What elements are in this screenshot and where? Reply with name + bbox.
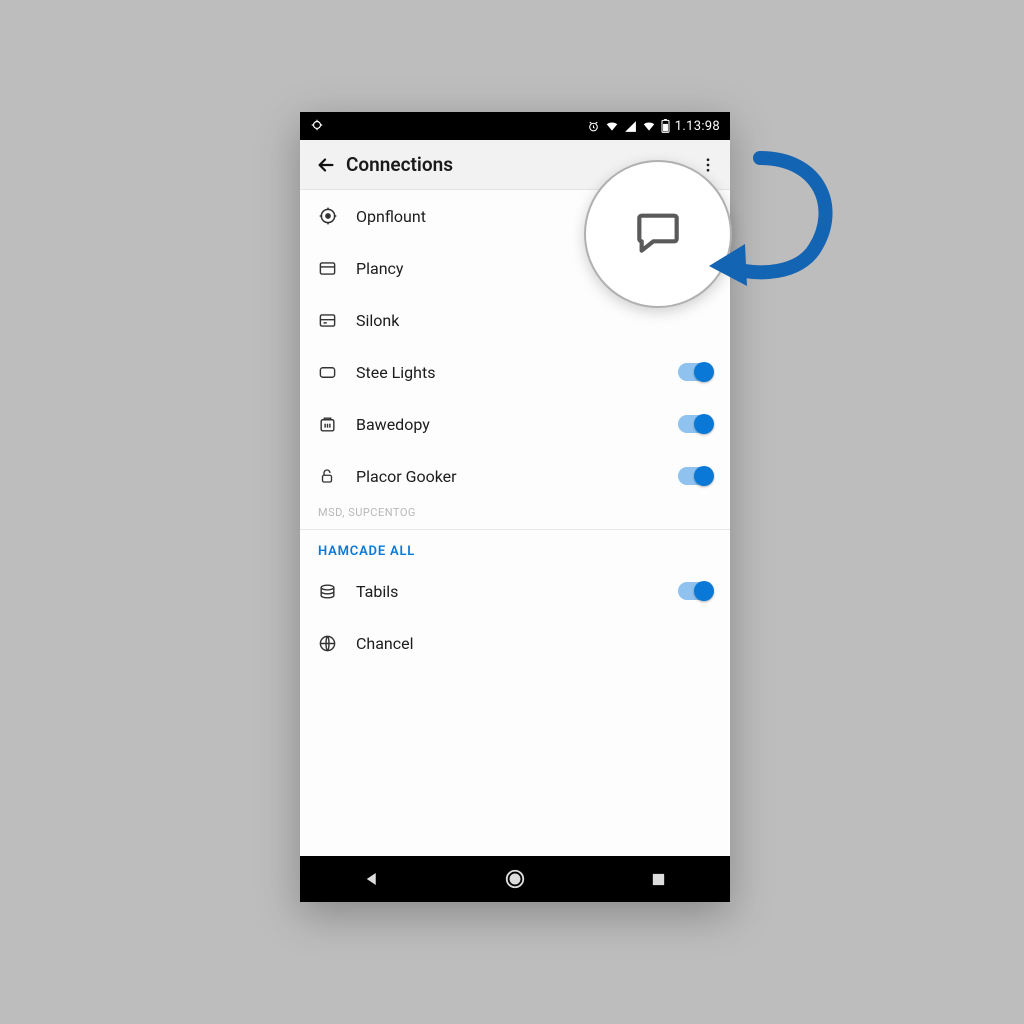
list-item-label: Stee Lights <box>356 363 678 382</box>
list-item-label: Placor Gooker <box>356 467 678 486</box>
alarm-icon <box>587 120 600 133</box>
navigation-bar <box>300 856 730 902</box>
nav-back-button[interactable] <box>342 870 402 888</box>
nav-recents-button[interactable] <box>628 871 688 888</box>
lock-icon <box>318 466 356 486</box>
disk-icon <box>318 582 356 601</box>
container-icon <box>318 415 356 434</box>
sync-icon <box>310 118 324 135</box>
page-title: Connections <box>346 153 453 176</box>
list-item-label: Bawedopy <box>356 415 678 434</box>
nav-home-button[interactable] <box>485 868 545 890</box>
toggle-tabils[interactable] <box>678 582 712 600</box>
list-item-chancel[interactable]: Chancel <box>300 617 730 669</box>
list-item-label: Silonk <box>356 311 712 330</box>
list-item-label: Chancel <box>356 634 712 653</box>
list-item-tabils[interactable]: Tabils <box>300 565 730 617</box>
target-icon <box>318 206 356 226</box>
status-bar: 1.13:98 <box>300 112 730 140</box>
wifi-icon-2 <box>642 119 656 133</box>
list-item-stee-lights[interactable]: Stee Lights <box>300 346 730 398</box>
signal-icon <box>624 120 637 133</box>
battery-icon <box>661 119 670 133</box>
section-header: HAMCADE ALL <box>300 530 730 565</box>
toggle-bawedopy[interactable] <box>678 415 712 433</box>
list-item-placor-gooker[interactable]: Placor Gooker <box>300 450 730 502</box>
status-time: 1.13:98 <box>675 119 720 134</box>
section-caption: MSD, SUPCENTOG <box>300 502 730 529</box>
list-item-bawedopy[interactable]: Bawedopy <box>300 398 730 450</box>
panel-icon <box>318 259 356 278</box>
chat-icon <box>630 204 686 264</box>
toggle-stee-lights[interactable] <box>678 363 712 381</box>
callout-bubble <box>584 160 732 308</box>
back-button[interactable] <box>308 147 344 183</box>
card-icon <box>318 311 356 330</box>
wifi-icon <box>605 119 619 133</box>
list-item-label: Tabils <box>356 582 678 601</box>
toggle-placor-gooker[interactable] <box>678 467 712 485</box>
rect-icon <box>318 363 356 382</box>
globe-icon <box>318 634 356 653</box>
